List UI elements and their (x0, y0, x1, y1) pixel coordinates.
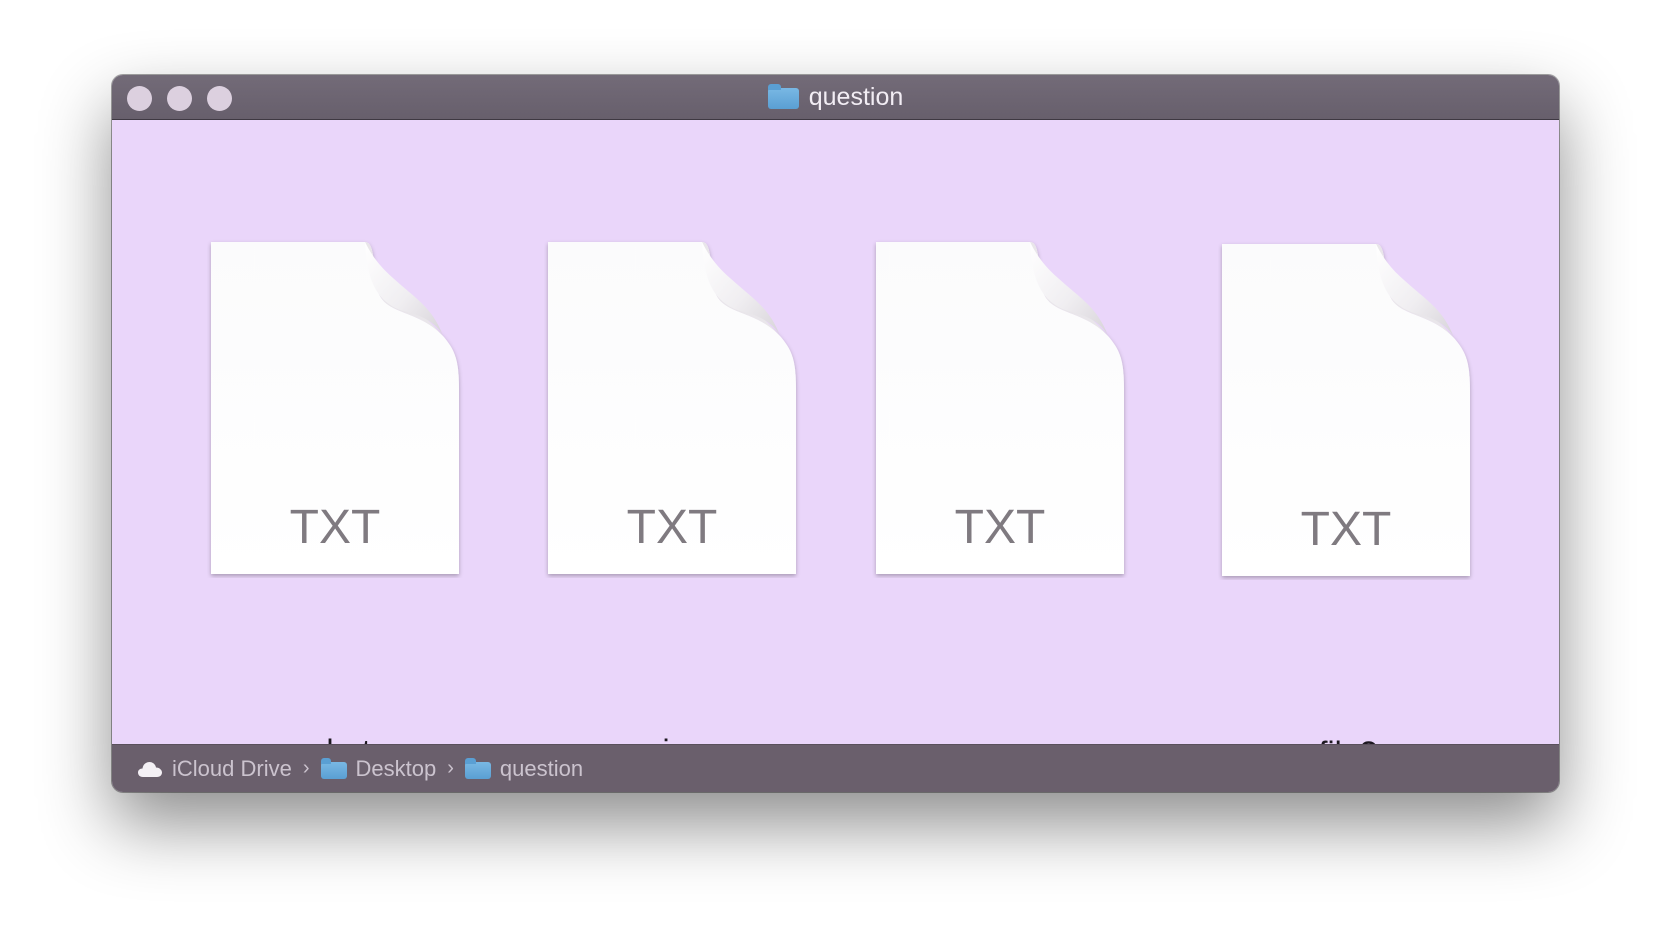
txt-document-icon: TXT (207, 238, 467, 578)
file-grid: TXT what TXT is TXT a TXT file? (112, 120, 1559, 771)
path-item-desktop[interactable]: Desktop (320, 755, 437, 782)
folder-icon (464, 757, 491, 779)
file-item[interactable]: TXT what (207, 238, 467, 769)
file-type-badge: TXT (1301, 503, 1392, 556)
chevron-right-icon: › (447, 757, 454, 779)
txt-document-icon: TXT (544, 238, 804, 578)
path-bar: iCloud Drive › Desktop › question (112, 744, 1559, 792)
file-type-badge: TXT (627, 501, 718, 554)
path-item-label: iCloud Drive (172, 755, 292, 781)
txt-document-icon: TXT (1218, 240, 1478, 580)
path-item-question[interactable]: question (464, 755, 584, 782)
path-item-label: Desktop (355, 755, 437, 781)
cloud-icon (138, 761, 162, 777)
title-bar[interactable]: question (112, 75, 1559, 120)
chevron-right-icon: › (302, 757, 310, 779)
txt-document-icon: TXT (872, 238, 1132, 578)
window-title-text: question (808, 82, 904, 111)
file-type-badge: TXT (290, 501, 381, 554)
path-item-label: question (499, 755, 584, 781)
folder-icon (320, 757, 347, 779)
folder-icon (767, 84, 799, 109)
window-title: question (112, 75, 1559, 119)
file-item[interactable]: TXT a (872, 238, 1132, 769)
path-item-icloud-drive[interactable]: iCloud Drive (137, 756, 292, 782)
file-item[interactable]: TXT file? (1218, 240, 1478, 771)
file-type-badge: TXT (955, 501, 1046, 554)
finder-window: question TXT what TXT is TXT a (112, 75, 1559, 792)
file-item[interactable]: TXT is (544, 238, 804, 769)
